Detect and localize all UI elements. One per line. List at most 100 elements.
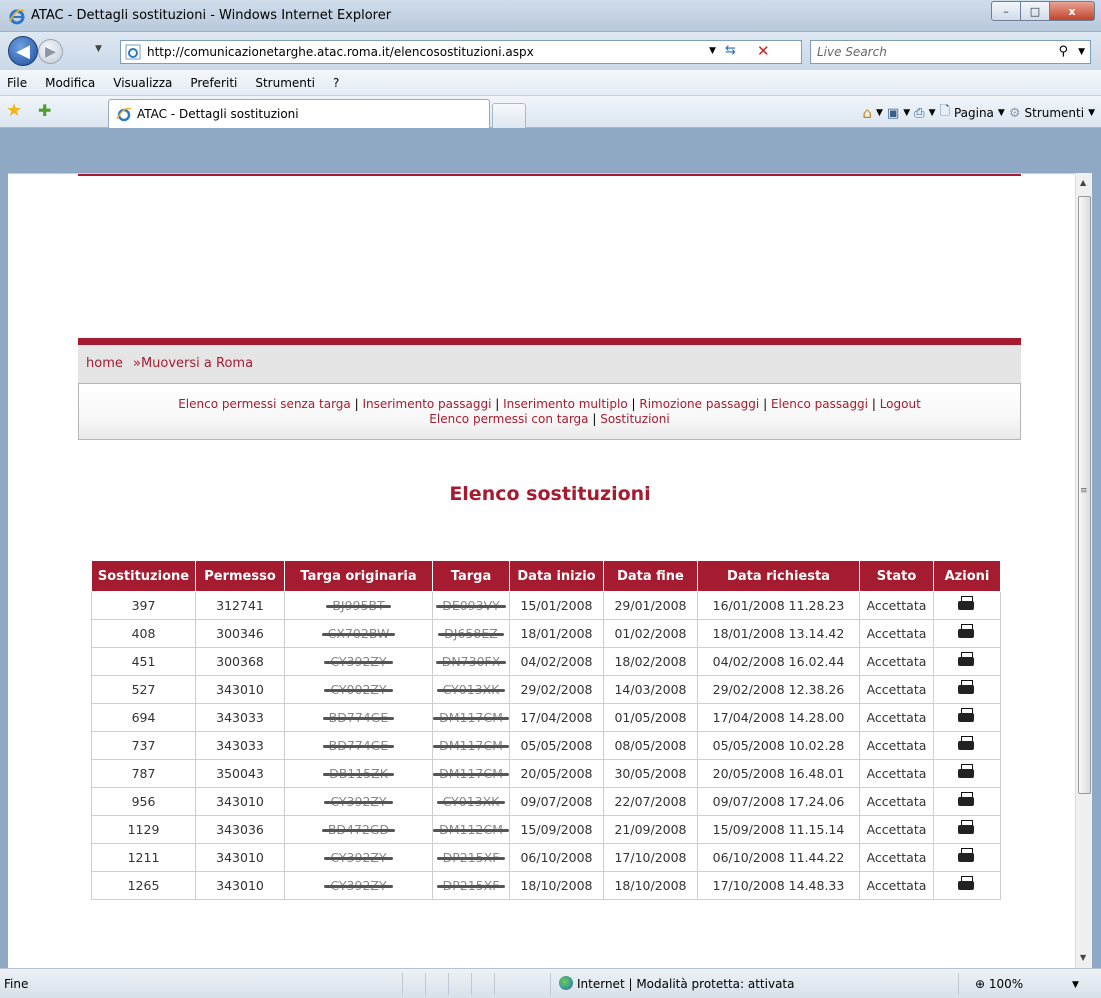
home-icon[interactable]: ⌂ [863, 104, 873, 122]
cell-data-inizio: 20/05/2008 [509, 759, 604, 788]
nav-elenco-permessi-senza-targa[interactable]: Elenco permessi senza targa [178, 397, 351, 411]
redacted-plate: CY013XK [436, 682, 506, 697]
print-icon[interactable] [958, 876, 976, 892]
breadcrumb: home »Muoversi a Roma [78, 345, 1021, 383]
nav-sostituzioni[interactable]: Sostituzioni [600, 412, 669, 426]
tools-dropdown-icon[interactable]: ▼ [1088, 108, 1095, 118]
menu-modifica[interactable]: Modifica [42, 76, 98, 90]
url-text: http://comunicazionetarghe.atac.roma.it/… [147, 45, 534, 59]
menu-file[interactable]: File [4, 76, 30, 90]
cell-data-richiesta: 04/02/2008 16.02.44 [697, 647, 860, 676]
maximize-button[interactable]: □ [1020, 1, 1050, 21]
redacted-plate: CY392ZY [324, 878, 393, 893]
arrow-left-icon: ◀ [16, 40, 30, 62]
minimize-button[interactable]: – [991, 1, 1021, 21]
menu-help[interactable]: ? [330, 76, 342, 90]
table-row: 737 343033 BD774GE DM117CM 05/05/2008 08/05/2… [91, 731, 1001, 760]
print-icon[interactable] [958, 736, 976, 752]
print-icon[interactable] [958, 652, 976, 668]
cell-sostituzione: 694 [91, 703, 196, 732]
favorites-star-icon[interactable]: ★ [6, 100, 22, 121]
print-icon[interactable] [958, 624, 976, 640]
print-icon[interactable] [958, 708, 976, 724]
cell-stato: Accettata [859, 843, 934, 872]
tools-menu[interactable]: Strumenti [1025, 106, 1085, 120]
url-dropdown-icon[interactable]: ▼ [709, 46, 716, 56]
cell-data-richiesta: 29/02/2008 12.38.26 [697, 675, 860, 704]
cell-data-richiesta: 16/01/2008 11.28.23 [697, 591, 860, 620]
cell-data-inizio: 15/01/2008 [509, 591, 604, 620]
back-button[interactable]: ◀ [8, 36, 38, 66]
zoom-level[interactable]: ⊕ 100% [975, 977, 1023, 991]
nav-inserimento-passaggi[interactable]: Inserimento passaggi [362, 397, 491, 411]
refresh-icon[interactable]: ⇆ [725, 43, 736, 58]
menu-strumenti[interactable]: Strumenti [252, 76, 318, 90]
security-zone[interactable]: Internet | Modalità protetta: attivata [577, 977, 794, 991]
table-row: 1265 343010 CY392ZY DP215XF 18/10/2008 18/10/… [91, 871, 1001, 900]
nav-rimozione-passaggi[interactable]: Rimozione passaggi [639, 397, 759, 411]
new-tab-button[interactable] [492, 103, 526, 128]
cell-targa-originaria: CY002ZY [284, 675, 433, 704]
breadcrumb-section[interactable]: »Muoversi a Roma [133, 356, 253, 371]
zoom-dropdown-icon[interactable]: ▼ [1072, 980, 1079, 990]
top-divider [78, 174, 1021, 176]
nav-elenco-permessi-con-targa[interactable]: Elenco permessi con targa [429, 412, 588, 426]
col-sostituzione: Sostituzione [91, 560, 196, 592]
add-favorite-icon[interactable]: ✚ [38, 101, 51, 120]
cell-azioni [933, 871, 1001, 900]
cell-data-richiesta: 18/01/2008 13.14.42 [697, 619, 860, 648]
home-dropdown-icon[interactable]: ▼ [876, 108, 883, 118]
cell-targa: DP215XF [432, 871, 510, 900]
cell-data-fine: 18/02/2008 [603, 647, 698, 676]
print-icon[interactable] [958, 792, 976, 808]
cell-data-richiesta: 09/07/2008 17.24.06 [697, 787, 860, 816]
cell-targa: CY013XK [432, 787, 510, 816]
scroll-down-icon[interactable]: ▼ [1080, 953, 1086, 962]
forward-button[interactable]: ▶ [38, 39, 63, 64]
menu-visualizza[interactable]: Visualizza [110, 76, 175, 90]
cell-azioni [933, 731, 1001, 760]
nav-elenco-passaggi[interactable]: Elenco passaggi [771, 397, 868, 411]
cell-targa-originaria: DB115ZK [284, 759, 433, 788]
site-nav: Elenco permessi senza targa | Inseriment… [78, 383, 1021, 440]
search-dropdown-icon[interactable]: ▼ [1078, 47, 1085, 57]
print-icon[interactable] [958, 764, 976, 780]
stop-icon[interactable]: ✕ [757, 42, 770, 60]
cell-azioni [933, 647, 1001, 676]
print-icon[interactable] [958, 848, 976, 864]
table-row: 694 343033 BD774GE DM117CM 17/04/2008 01/05/2… [91, 703, 1001, 732]
page-title: Elenco sostituzioni [449, 483, 651, 505]
print-dropdown-icon[interactable]: ▼ [929, 108, 936, 118]
cell-permesso: 350043 [195, 759, 285, 788]
print-icon[interactable]: ⎙ [914, 106, 924, 121]
url-field[interactable]: http://comunicazionetarghe.atac.roma.it/… [120, 40, 802, 64]
cell-targa-originaria: CY392ZY [284, 871, 433, 900]
print-icon[interactable] [958, 820, 976, 836]
feeds-dropdown-icon[interactable]: ▼ [903, 108, 910, 118]
cell-targa: DJ658EZ [432, 619, 510, 648]
cell-targa: DE093VY [432, 591, 510, 620]
breadcrumb-home[interactable]: home [86, 356, 123, 371]
print-icon[interactable] [958, 596, 976, 612]
cell-stato: Accettata [859, 759, 934, 788]
cell-data-inizio: 15/09/2008 [509, 815, 604, 844]
scroll-up-icon[interactable]: ▲ [1080, 178, 1086, 187]
cell-data-richiesta: 05/05/2008 10.02.28 [697, 731, 860, 760]
page-dropdown-icon[interactable]: ▼ [998, 108, 1005, 118]
cell-data-richiesta: 06/10/2008 11.44.22 [697, 843, 860, 872]
vertical-scrollbar[interactable]: ▲ ≡ ▼ [1075, 173, 1092, 968]
feeds-icon[interactable]: ▣ [887, 106, 899, 121]
nav-inserimento-multiplo[interactable]: Inserimento multiplo [503, 397, 628, 411]
print-icon[interactable] [958, 680, 976, 696]
nav-logout[interactable]: Logout [880, 397, 921, 411]
cell-permesso: 300346 [195, 619, 285, 648]
history-dropdown[interactable]: ▼ [95, 44, 102, 54]
page-menu[interactable]: Pagina [954, 106, 994, 120]
search-field[interactable]: Live Search ⚲ ▼ [810, 40, 1091, 64]
search-icon[interactable]: ⚲ [1058, 44, 1068, 59]
close-button[interactable]: x [1049, 1, 1095, 21]
table-row: 787 350043 DB115ZK DM117CM 20/05/2008 30/05/2… [91, 759, 1001, 788]
cell-data-inizio: 04/02/2008 [509, 647, 604, 676]
menu-preferiti[interactable]: Preferiti [187, 76, 240, 90]
tab-current[interactable]: ATAC - Dettagli sostituzioni [108, 99, 490, 128]
